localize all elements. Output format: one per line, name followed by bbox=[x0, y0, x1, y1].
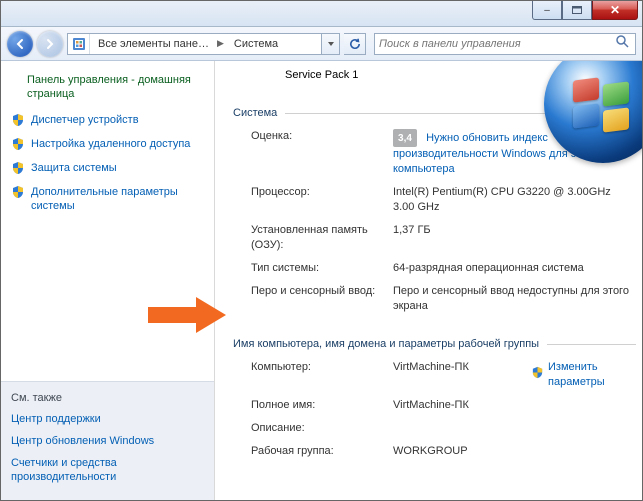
sidebar-item-remote-settings[interactable]: Настройка удаленного доступа bbox=[11, 137, 204, 151]
back-button[interactable] bbox=[7, 31, 33, 57]
breadcrumb-segment[interactable]: Система bbox=[226, 34, 284, 54]
computer-name-key: Компьютер: bbox=[233, 360, 393, 390]
domain-group: Имя компьютера, имя домена и параметры р… bbox=[233, 338, 636, 467]
see-also-section: См. также Центр поддержки Центр обновлен… bbox=[1, 381, 214, 500]
system-legend: Система bbox=[233, 107, 285, 119]
shield-icon bbox=[11, 137, 25, 151]
minimize-button[interactable]: – bbox=[532, 1, 562, 20]
pen-value: Перо и сенсорный ввод недоступны для это… bbox=[393, 284, 636, 314]
full-name-value: VirtMachine-ПК bbox=[393, 398, 636, 413]
control-panel-home-link[interactable]: Панель управления - домашняя страница bbox=[27, 73, 204, 101]
shield-icon bbox=[11, 185, 25, 199]
breadcrumb[interactable]: Все элементы пане… ▶ Система bbox=[67, 33, 340, 55]
description-key: Описание: bbox=[233, 421, 393, 436]
system-type-key: Тип системы: bbox=[233, 261, 393, 276]
see-also-title: См. также bbox=[11, 392, 204, 404]
system-type-value: 64-разрядная операционная система bbox=[393, 261, 636, 276]
see-also-link-action-center[interactable]: Центр поддержки bbox=[11, 412, 204, 426]
wei-score-badge: 3,4 bbox=[393, 129, 417, 147]
refresh-button[interactable] bbox=[344, 33, 366, 55]
full-name-key: Полное имя: bbox=[233, 398, 393, 413]
sidebar-item-device-manager[interactable]: Диспетчер устройств bbox=[11, 113, 204, 127]
rating-key: Оценка: bbox=[233, 129, 393, 177]
close-button[interactable]: ✕ bbox=[592, 1, 638, 20]
titlebar: – ✕ bbox=[1, 1, 642, 27]
sidebar: Панель управления - домашняя страница Ди… bbox=[1, 61, 215, 500]
search-input[interactable] bbox=[379, 38, 615, 50]
see-also-link-windows-update[interactable]: Центр обновления Windows bbox=[11, 434, 204, 448]
content-pane: Service Pack 1 Система Оценка: 3,4 Нужно… bbox=[215, 61, 642, 500]
workgroup-value: WORKGROUP bbox=[393, 444, 636, 459]
nav-bar: Все элементы пане… ▶ Система bbox=[1, 27, 642, 61]
sidebar-item-advanced-settings[interactable]: Дополнительные параметры системы bbox=[11, 185, 204, 213]
shield-icon bbox=[531, 366, 544, 384]
sidebar-item-label: Дополнительные параметры системы bbox=[31, 185, 204, 213]
control-panel-icon bbox=[68, 34, 90, 54]
change-settings-link[interactable]: Изменить параметры bbox=[531, 360, 630, 390]
sidebar-item-label: Настройка удаленного доступа bbox=[31, 137, 190, 151]
shield-icon bbox=[11, 161, 25, 175]
breadcrumb-segment[interactable]: Все элементы пане… bbox=[90, 34, 215, 54]
sidebar-item-system-protection[interactable]: Защита системы bbox=[11, 161, 204, 175]
chevron-right-icon: ▶ bbox=[215, 38, 226, 49]
cpu-value: Intel(R) Pentium(R) CPU G3220 @ 3.00GHz … bbox=[393, 185, 636, 215]
sidebar-item-label: Диспетчер устройств bbox=[31, 113, 139, 127]
breadcrumb-dropdown[interactable] bbox=[321, 33, 339, 55]
domain-legend: Имя компьютера, имя домена и параметры р… bbox=[233, 338, 547, 350]
search-icon bbox=[615, 34, 631, 53]
workgroup-key: Рабочая группа: bbox=[233, 444, 393, 459]
cpu-key: Процессор: bbox=[233, 185, 393, 215]
pen-key: Перо и сенсорный ввод: bbox=[233, 284, 393, 314]
description-value bbox=[393, 421, 636, 436]
maximize-button[interactable] bbox=[562, 1, 592, 20]
see-also-link-performance[interactable]: Счетчики и средства производительности bbox=[11, 456, 204, 484]
shield-icon bbox=[11, 113, 25, 127]
forward-button[interactable] bbox=[37, 31, 63, 57]
ram-key: Установленная память (ОЗУ): bbox=[233, 223, 393, 253]
search-box[interactable] bbox=[374, 33, 636, 55]
computer-name-value: VirtMachine-ПК bbox=[393, 360, 513, 390]
ram-value: 1,37 ГБ bbox=[393, 223, 636, 253]
sidebar-item-label: Защита системы bbox=[31, 161, 117, 175]
